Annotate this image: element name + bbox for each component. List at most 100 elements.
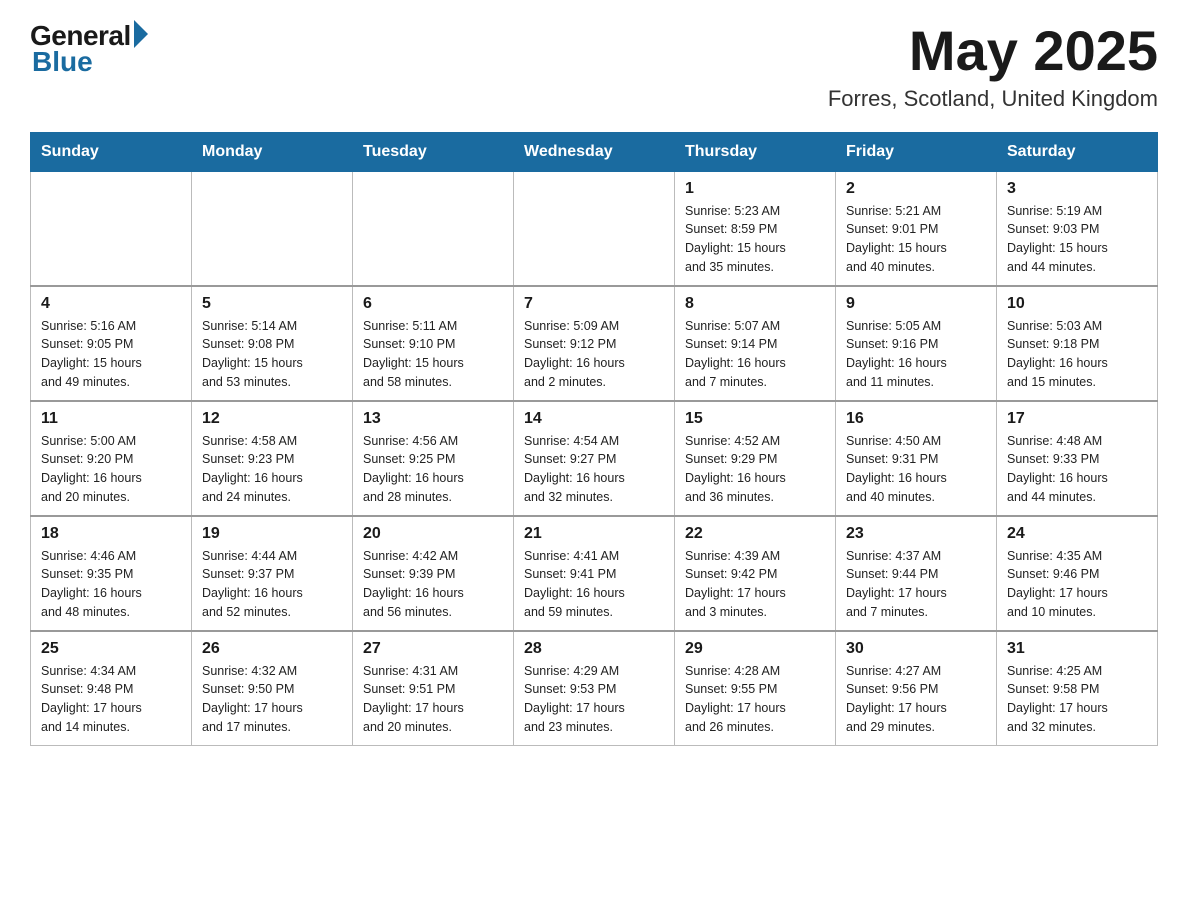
calendar-cell: 6 Sunrise: 5:11 AMSunset: 9:10 PMDaylight…: [353, 286, 514, 401]
calendar-cell: 24Sunrise: 4:35 AMSunset: 9:46 PMDayligh…: [997, 516, 1158, 631]
day-number: 20: [363, 525, 503, 543]
calendar-cell: 30 Sunrise: 4:27 AMSunset: 9:56 PMDayligh…: [836, 631, 997, 746]
day-info: Sunrise: 5:19 AMSunset: 9:03 PMDaylight:…: [1007, 202, 1147, 277]
calendar-cell: [192, 171, 353, 286]
calendar-cell: 8Sunrise: 5:07 AMSunset: 9:14 PMDaylight…: [675, 286, 836, 401]
calendar-week-row: 4 Sunrise: 5:16 AMSunset: 9:05 PMDaylight…: [31, 286, 1158, 401]
calendar-cell: 28 Sunrise: 4:29 AMSunset: 9:53 PMDayligh…: [514, 631, 675, 746]
day-number: 5: [202, 295, 342, 313]
calendar-header-monday: Monday: [192, 132, 353, 171]
day-number: 28: [524, 640, 664, 658]
calendar-cell: 21Sunrise: 4:41 AMSunset: 9:41 PMDayligh…: [514, 516, 675, 631]
day-info: Sunrise: 4:52 AMSunset: 9:29 PMDaylight:…: [685, 432, 825, 507]
calendar-cell: 2Sunrise: 5:21 AMSunset: 9:01 PMDaylight…: [836, 171, 997, 286]
day-info: Sunrise: 4:25 AMSunset: 9:58 PMDaylight:…: [1007, 662, 1147, 737]
page-header: General Blue May 2025 Forres, Scotland, …: [30, 20, 1158, 112]
calendar-cell: 23 Sunrise: 4:37 AMSunset: 9:44 PMDayligh…: [836, 516, 997, 631]
calendar-header-friday: Friday: [836, 132, 997, 171]
calendar-cell: 27 Sunrise: 4:31 AMSunset: 9:51 PMDayligh…: [353, 631, 514, 746]
calendar-table: SundayMondayTuesdayWednesdayThursdayFrid…: [30, 132, 1158, 746]
logo-blue-text: Blue: [32, 46, 93, 78]
day-number: 9: [846, 295, 986, 313]
calendar-cell: 25 Sunrise: 4:34 AMSunset: 9:48 PMDayligh…: [31, 631, 192, 746]
day-info: Sunrise: 5:16 AMSunset: 9:05 PMDaylight:…: [41, 317, 181, 392]
calendar-cell: [514, 171, 675, 286]
calendar-week-row: 11Sunrise: 5:00 AMSunset: 9:20 PMDayligh…: [31, 401, 1158, 516]
location-text: Forres, Scotland, United Kingdom: [828, 86, 1158, 112]
calendar-header-sunday: Sunday: [31, 132, 192, 171]
day-info: Sunrise: 4:34 AMSunset: 9:48 PMDaylight:…: [41, 662, 181, 737]
day-info: Sunrise: 4:39 AMSunset: 9:42 PMDaylight:…: [685, 547, 825, 622]
calendar-week-row: 1 Sunrise: 5:23 AMSunset: 8:59 PMDaylight…: [31, 171, 1158, 286]
day-info: Sunrise: 4:46 AMSunset: 9:35 PMDaylight:…: [41, 547, 181, 622]
day-number: 30: [846, 640, 986, 658]
calendar-cell: 14Sunrise: 4:54 AMSunset: 9:27 PMDayligh…: [514, 401, 675, 516]
day-info: Sunrise: 5:14 AMSunset: 9:08 PMDaylight:…: [202, 317, 342, 392]
calendar-cell: 5 Sunrise: 5:14 AMSunset: 9:08 PMDaylight…: [192, 286, 353, 401]
calendar-header-thursday: Thursday: [675, 132, 836, 171]
day-number: 21: [524, 525, 664, 543]
day-info: Sunrise: 4:28 AMSunset: 9:55 PMDaylight:…: [685, 662, 825, 737]
calendar-cell: [353, 171, 514, 286]
day-info: Sunrise: 5:07 AMSunset: 9:14 PMDaylight:…: [685, 317, 825, 392]
day-info: Sunrise: 5:23 AMSunset: 8:59 PMDaylight:…: [685, 202, 825, 277]
day-number: 10: [1007, 295, 1147, 313]
day-number: 15: [685, 410, 825, 428]
day-info: Sunrise: 5:09 AMSunset: 9:12 PMDaylight:…: [524, 317, 664, 392]
calendar-cell: 10 Sunrise: 5:03 AMSunset: 9:18 PMDayligh…: [997, 286, 1158, 401]
day-number: 16: [846, 410, 986, 428]
day-number: 4: [41, 295, 181, 313]
day-number: 25: [41, 640, 181, 658]
day-info: Sunrise: 4:27 AMSunset: 9:56 PMDaylight:…: [846, 662, 986, 737]
logo-arrow-icon: [134, 20, 148, 48]
day-number: 12: [202, 410, 342, 428]
calendar-cell: 15 Sunrise: 4:52 AMSunset: 9:29 PMDayligh…: [675, 401, 836, 516]
day-number: 23: [846, 525, 986, 543]
day-info: Sunrise: 5:03 AMSunset: 9:18 PMDaylight:…: [1007, 317, 1147, 392]
calendar-cell: 3Sunrise: 5:19 AMSunset: 9:03 PMDaylight…: [997, 171, 1158, 286]
day-info: Sunrise: 4:42 AMSunset: 9:39 PMDaylight:…: [363, 547, 503, 622]
day-number: 13: [363, 410, 503, 428]
day-info: Sunrise: 4:44 AMSunset: 9:37 PMDaylight:…: [202, 547, 342, 622]
day-number: 31: [1007, 640, 1147, 658]
day-info: Sunrise: 4:37 AMSunset: 9:44 PMDaylight:…: [846, 547, 986, 622]
day-number: 1: [685, 180, 825, 198]
logo: General Blue: [30, 20, 148, 78]
day-info: Sunrise: 4:56 AMSunset: 9:25 PMDaylight:…: [363, 432, 503, 507]
day-info: Sunrise: 4:29 AMSunset: 9:53 PMDaylight:…: [524, 662, 664, 737]
day-number: 22: [685, 525, 825, 543]
calendar-week-row: 25 Sunrise: 4:34 AMSunset: 9:48 PMDayligh…: [31, 631, 1158, 746]
day-number: 26: [202, 640, 342, 658]
day-number: 17: [1007, 410, 1147, 428]
day-info: Sunrise: 5:00 AMSunset: 9:20 PMDaylight:…: [41, 432, 181, 507]
calendar-cell: 7Sunrise: 5:09 AMSunset: 9:12 PMDaylight…: [514, 286, 675, 401]
calendar-cell: 29 Sunrise: 4:28 AMSunset: 9:55 PMDayligh…: [675, 631, 836, 746]
calendar-header-row: SundayMondayTuesdayWednesdayThursdayFrid…: [31, 132, 1158, 171]
calendar-cell: 4 Sunrise: 5:16 AMSunset: 9:05 PMDaylight…: [31, 286, 192, 401]
day-info: Sunrise: 5:21 AMSunset: 9:01 PMDaylight:…: [846, 202, 986, 277]
calendar-cell: 11Sunrise: 5:00 AMSunset: 9:20 PMDayligh…: [31, 401, 192, 516]
day-number: 18: [41, 525, 181, 543]
calendar-cell: 9Sunrise: 5:05 AMSunset: 9:16 PMDaylight…: [836, 286, 997, 401]
calendar-cell: 26 Sunrise: 4:32 AMSunset: 9:50 PMDayligh…: [192, 631, 353, 746]
day-info: Sunrise: 4:32 AMSunset: 9:50 PMDaylight:…: [202, 662, 342, 737]
calendar-cell: 1 Sunrise: 5:23 AMSunset: 8:59 PMDaylight…: [675, 171, 836, 286]
calendar-cell: 17 Sunrise: 4:48 AMSunset: 9:33 PMDayligh…: [997, 401, 1158, 516]
calendar-cell: 19 Sunrise: 4:44 AMSunset: 9:37 PMDayligh…: [192, 516, 353, 631]
day-info: Sunrise: 4:31 AMSunset: 9:51 PMDaylight:…: [363, 662, 503, 737]
day-number: 19: [202, 525, 342, 543]
calendar-header-wednesday: Wednesday: [514, 132, 675, 171]
calendar-cell: 12 Sunrise: 4:58 AMSunset: 9:23 PMDayligh…: [192, 401, 353, 516]
calendar-header-tuesday: Tuesday: [353, 132, 514, 171]
calendar-cell: 16Sunrise: 4:50 AMSunset: 9:31 PMDayligh…: [836, 401, 997, 516]
day-info: Sunrise: 4:35 AMSunset: 9:46 PMDaylight:…: [1007, 547, 1147, 622]
day-info: Sunrise: 4:48 AMSunset: 9:33 PMDaylight:…: [1007, 432, 1147, 507]
calendar-cell: 18 Sunrise: 4:46 AMSunset: 9:35 PMDayligh…: [31, 516, 192, 631]
title-section: May 2025 Forres, Scotland, United Kingdo…: [828, 20, 1158, 112]
day-info: Sunrise: 4:58 AMSunset: 9:23 PMDaylight:…: [202, 432, 342, 507]
calendar-header-saturday: Saturday: [997, 132, 1158, 171]
day-number: 6: [363, 295, 503, 313]
day-number: 27: [363, 640, 503, 658]
day-info: Sunrise: 5:11 AMSunset: 9:10 PMDaylight:…: [363, 317, 503, 392]
day-number: 29: [685, 640, 825, 658]
